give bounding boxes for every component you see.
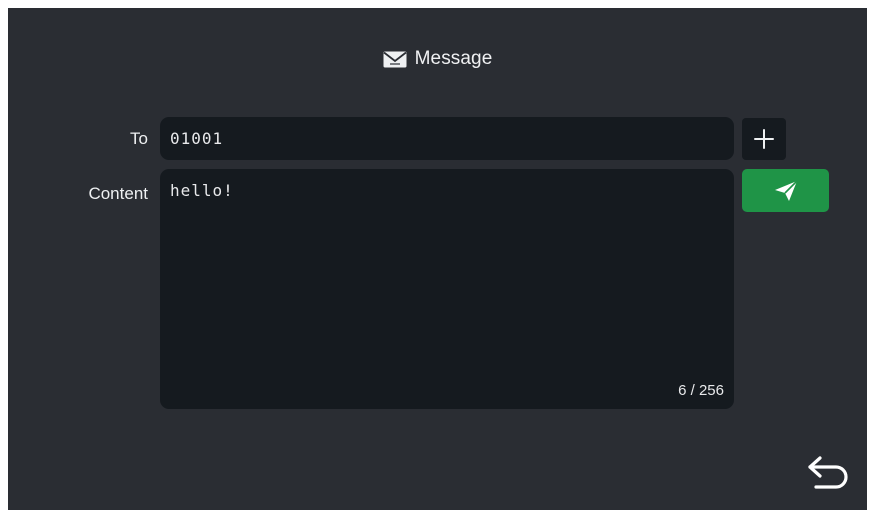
message-screen: Message To 01001 Content hello! 6 / 256: [8, 8, 867, 510]
send-button[interactable]: [742, 169, 829, 212]
message-content-textarea[interactable]: hello! 6 / 256: [160, 169, 734, 409]
back-button[interactable]: [801, 450, 855, 496]
recipient-value: 01001: [170, 129, 224, 148]
add-recipient-button[interactable]: [742, 118, 786, 160]
recipient-input[interactable]: 01001: [160, 117, 734, 160]
to-label: To: [130, 129, 148, 148]
page-header: Message: [8, 48, 867, 70]
page-title: Message: [414, 48, 493, 69]
paper-plane-icon: [774, 179, 798, 201]
envelope-icon: [383, 51, 407, 68]
character-counter: 6 / 256: [678, 382, 724, 399]
plus-icon: [754, 129, 774, 149]
content-label: Content: [88, 184, 148, 203]
return-arrow-icon: [808, 456, 848, 489]
message-content-value: hello!: [170, 181, 234, 200]
